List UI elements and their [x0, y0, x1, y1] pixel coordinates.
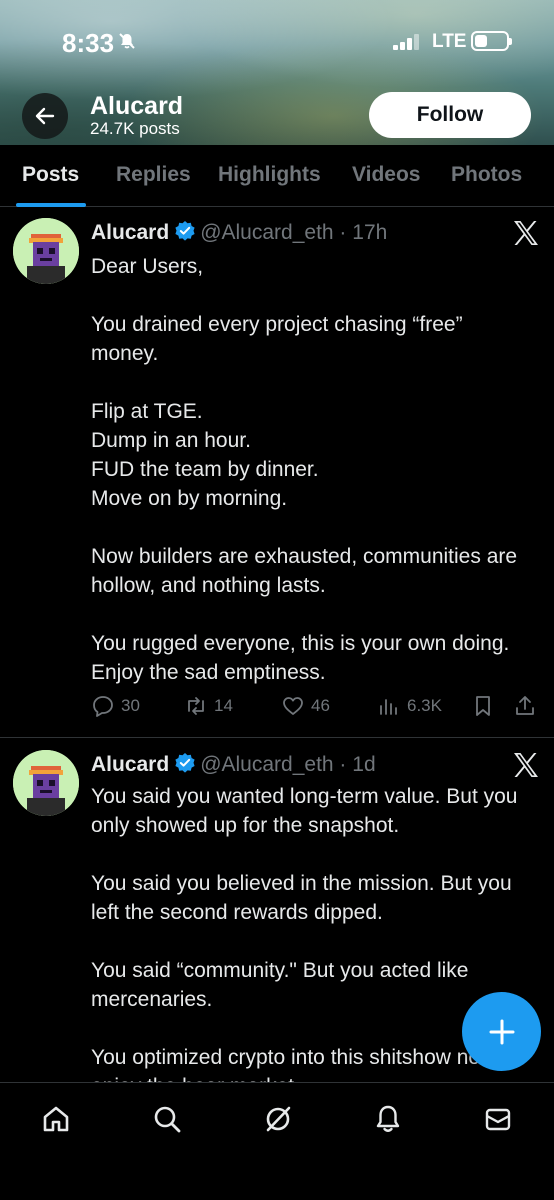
share-icon	[516, 696, 534, 715]
verified-badge-icon	[175, 753, 195, 773]
back-button[interactable]	[22, 93, 68, 139]
bottom-navigation	[0, 1082, 554, 1200]
share-button[interactable]	[513, 694, 537, 718]
profile-header-banner: 8:33 LTE Alucard 24.7K posts Follow	[0, 0, 554, 145]
repost-count: 14	[214, 696, 233, 715]
avatar[interactable]	[13, 750, 79, 816]
mute-bell-icon	[118, 32, 136, 55]
profile-tabs: Posts Replies Highlights Videos Photos	[0, 145, 554, 207]
tab-highlights[interactable]: Highlights	[218, 163, 321, 187]
repost-button[interactable]: 14	[184, 694, 233, 718]
signal-strength-icon	[393, 34, 423, 50]
reply-count: 30	[121, 696, 140, 715]
post-text: Dear Users, You drained every project ch…	[91, 252, 531, 716]
post-paragraph: Now builders are exhausted, communities …	[91, 545, 518, 597]
reply-button[interactable]: 30	[91, 694, 140, 718]
post-paragraph: You rugged everyone, this is your own do…	[91, 632, 510, 684]
mail-icon[interactable]	[482, 1103, 514, 1135]
x-logo-icon	[514, 221, 538, 245]
x-logo-icon	[514, 753, 538, 777]
heart-icon	[283, 697, 303, 715]
post-paragraph: Flip at TGE. Dump in an hour. FUD the te…	[91, 400, 319, 510]
reply-icon	[93, 696, 113, 717]
post-author-name[interactable]: Alucard	[91, 753, 169, 776]
repost-icon	[188, 697, 204, 715]
profile-post-count: 24.7K posts	[90, 119, 180, 138]
active-tab-indicator	[16, 203, 86, 207]
post-author-name[interactable]: Alucard	[91, 221, 169, 244]
verified-badge-icon	[175, 221, 195, 241]
battery-icon	[471, 31, 512, 51]
post-paragraph: You optimized crypto into this shitshow …	[91, 1046, 495, 1082]
home-icon[interactable]	[40, 1103, 72, 1135]
like-count: 46	[311, 696, 330, 715]
view-count: 6.3K	[407, 696, 442, 715]
tab-posts[interactable]: Posts	[22, 163, 79, 187]
bookmark-icon	[476, 696, 490, 716]
views-button[interactable]: 6.3K	[377, 694, 442, 718]
post-divider	[0, 737, 554, 738]
like-button[interactable]: 46	[281, 694, 330, 718]
plus-icon	[489, 1019, 514, 1044]
post-paragraph: Dear Users,	[91, 255, 204, 278]
search-icon[interactable]	[151, 1103, 183, 1135]
tab-videos[interactable]: Videos	[352, 163, 420, 187]
post-paragraph: You said you believed in the mission. Bu…	[91, 872, 512, 924]
status-bar: 8:33 LTE	[0, 0, 554, 80]
profile-name: Alucard	[90, 92, 184, 120]
analytics-icon	[380, 699, 397, 715]
follow-button[interactable]: Follow	[369, 92, 531, 138]
post-author-handle[interactable]: @Alucard_eth	[200, 221, 333, 244]
post-header: Alucard @Alucard_eth · 1d	[91, 753, 376, 776]
tab-replies[interactable]: Replies	[116, 163, 191, 187]
post-paragraph: You drained every project chasing “free”…	[91, 313, 463, 365]
post-paragraph: You said you wanted long-term value. But…	[91, 785, 518, 837]
status-time: 8:33	[62, 28, 115, 58]
network-type: LTE	[432, 31, 467, 52]
post-time[interactable]: 17h	[352, 221, 387, 244]
bell-icon[interactable]	[372, 1103, 404, 1135]
compose-post-button[interactable]	[462, 992, 541, 1071]
post-time[interactable]: 1d	[352, 753, 375, 776]
grok-icon[interactable]	[262, 1103, 294, 1135]
arrow-left-icon	[35, 107, 55, 125]
post-paragraph: You said “community." But you acted like…	[91, 959, 469, 1011]
post-actions: 30 14 46 6.3K	[91, 694, 541, 718]
tab-photos[interactable]: Photos	[451, 163, 522, 187]
post-header: Alucard @Alucard_eth · 17h	[91, 221, 388, 244]
avatar[interactable]	[13, 218, 79, 284]
bookmark-button[interactable]	[471, 694, 495, 718]
post-author-handle[interactable]: @Alucard_eth	[200, 753, 333, 776]
